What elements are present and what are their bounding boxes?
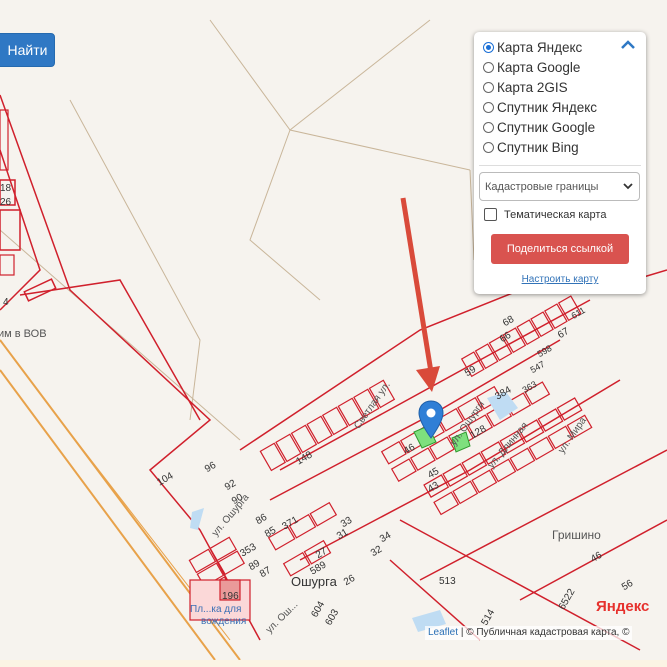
thematic-map-checkbox[interactable]	[484, 208, 497, 221]
base-map-label: Спутник Bing	[497, 139, 579, 155]
attribution-source: | © Публичная кадастровая карта, ©	[460, 627, 630, 638]
poi-label-driving-area: Пл...ка для	[190, 604, 242, 615]
place-label-village: Ошурга	[291, 574, 337, 589]
base-map-label: Карта 2GIS	[497, 79, 568, 95]
base-map-option-yandex-map[interactable]: Карта Яндекс	[483, 38, 582, 56]
radio[interactable]	[483, 101, 494, 113]
base-map-option-2gis-map[interactable]: Карта 2GIS	[483, 78, 568, 96]
base-map-label: Карта Google	[497, 59, 581, 75]
configure-map-link[interactable]: Настроить карту	[474, 274, 646, 285]
base-map-label: Спутник Яндекс	[497, 99, 598, 115]
place-label-settlement: Гришино	[552, 528, 601, 542]
base-map-label: Спутник Google	[497, 119, 596, 135]
chevron-up-icon[interactable]	[619, 38, 637, 52]
layers-control-panel: Карта Яндекс Карта Google Карта 2GIS Спу…	[474, 32, 646, 294]
parcel-number: 513	[439, 576, 456, 587]
pointer-arrow	[400, 197, 440, 392]
share-link-button[interactable]: Поделиться ссылкой	[491, 234, 629, 264]
radio[interactable]	[483, 141, 494, 153]
radio[interactable]	[483, 81, 494, 93]
parcel-number: 196	[222, 591, 239, 602]
page-bottom-strip	[0, 660, 667, 667]
radio[interactable]	[483, 121, 494, 133]
radio[interactable]	[483, 61, 494, 73]
overlay-select-value: Кадастровые границы	[485, 180, 599, 193]
base-map-option-bing-satellite[interactable]: Спутник Bing	[483, 138, 579, 156]
thematic-map-toggle[interactable]: Тематическая карта	[484, 208, 606, 221]
thematic-map-label: Тематическая карта	[504, 208, 607, 221]
base-map-option-yandex-satellite[interactable]: Спутник Яндекс	[483, 98, 597, 116]
parcel-number: 4	[3, 297, 9, 308]
poi-label-memorial: им в ВОВ	[0, 328, 47, 340]
base-map-option-google-map[interactable]: Карта Google	[483, 58, 580, 76]
find-button[interactable]: Найти	[0, 33, 55, 67]
leaflet-link[interactable]: Leaflet	[428, 627, 458, 638]
base-map-option-google-satellite[interactable]: Спутник Google	[483, 118, 595, 136]
land-boundaries	[0, 19, 475, 441]
parcel-number: 26	[0, 197, 12, 208]
divider	[479, 165, 641, 166]
map-pin-icon[interactable]	[418, 400, 444, 440]
yandex-logo: Яндекс	[596, 598, 650, 615]
radio-selected[interactable]	[483, 41, 494, 53]
chevron-down-icon	[623, 183, 633, 190]
overlay-layer-select[interactable]: Кадастровые границы	[479, 172, 640, 201]
poi-label-driving-area-2: вождения	[201, 616, 247, 627]
parcel-number: 18	[0, 183, 12, 194]
map-attribution: Leaflet | © Публичная кадастровая карта,…	[425, 626, 633, 640]
base-map-label: Карта Яндекс	[497, 39, 583, 55]
